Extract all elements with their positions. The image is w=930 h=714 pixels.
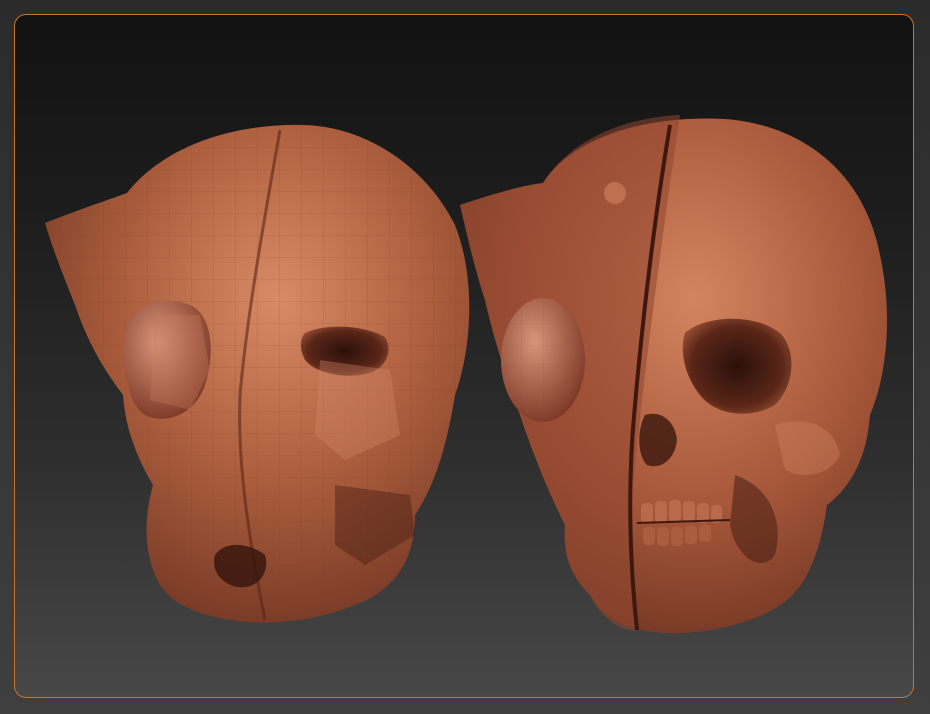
app-background (0, 0, 930, 714)
sculpted-skull-model[interactable] (460, 115, 888, 634)
3d-viewport[interactable] (14, 14, 914, 698)
lowpoly-skull-model[interactable] (45, 124, 470, 623)
viewport-canvas[interactable] (15, 15, 914, 698)
